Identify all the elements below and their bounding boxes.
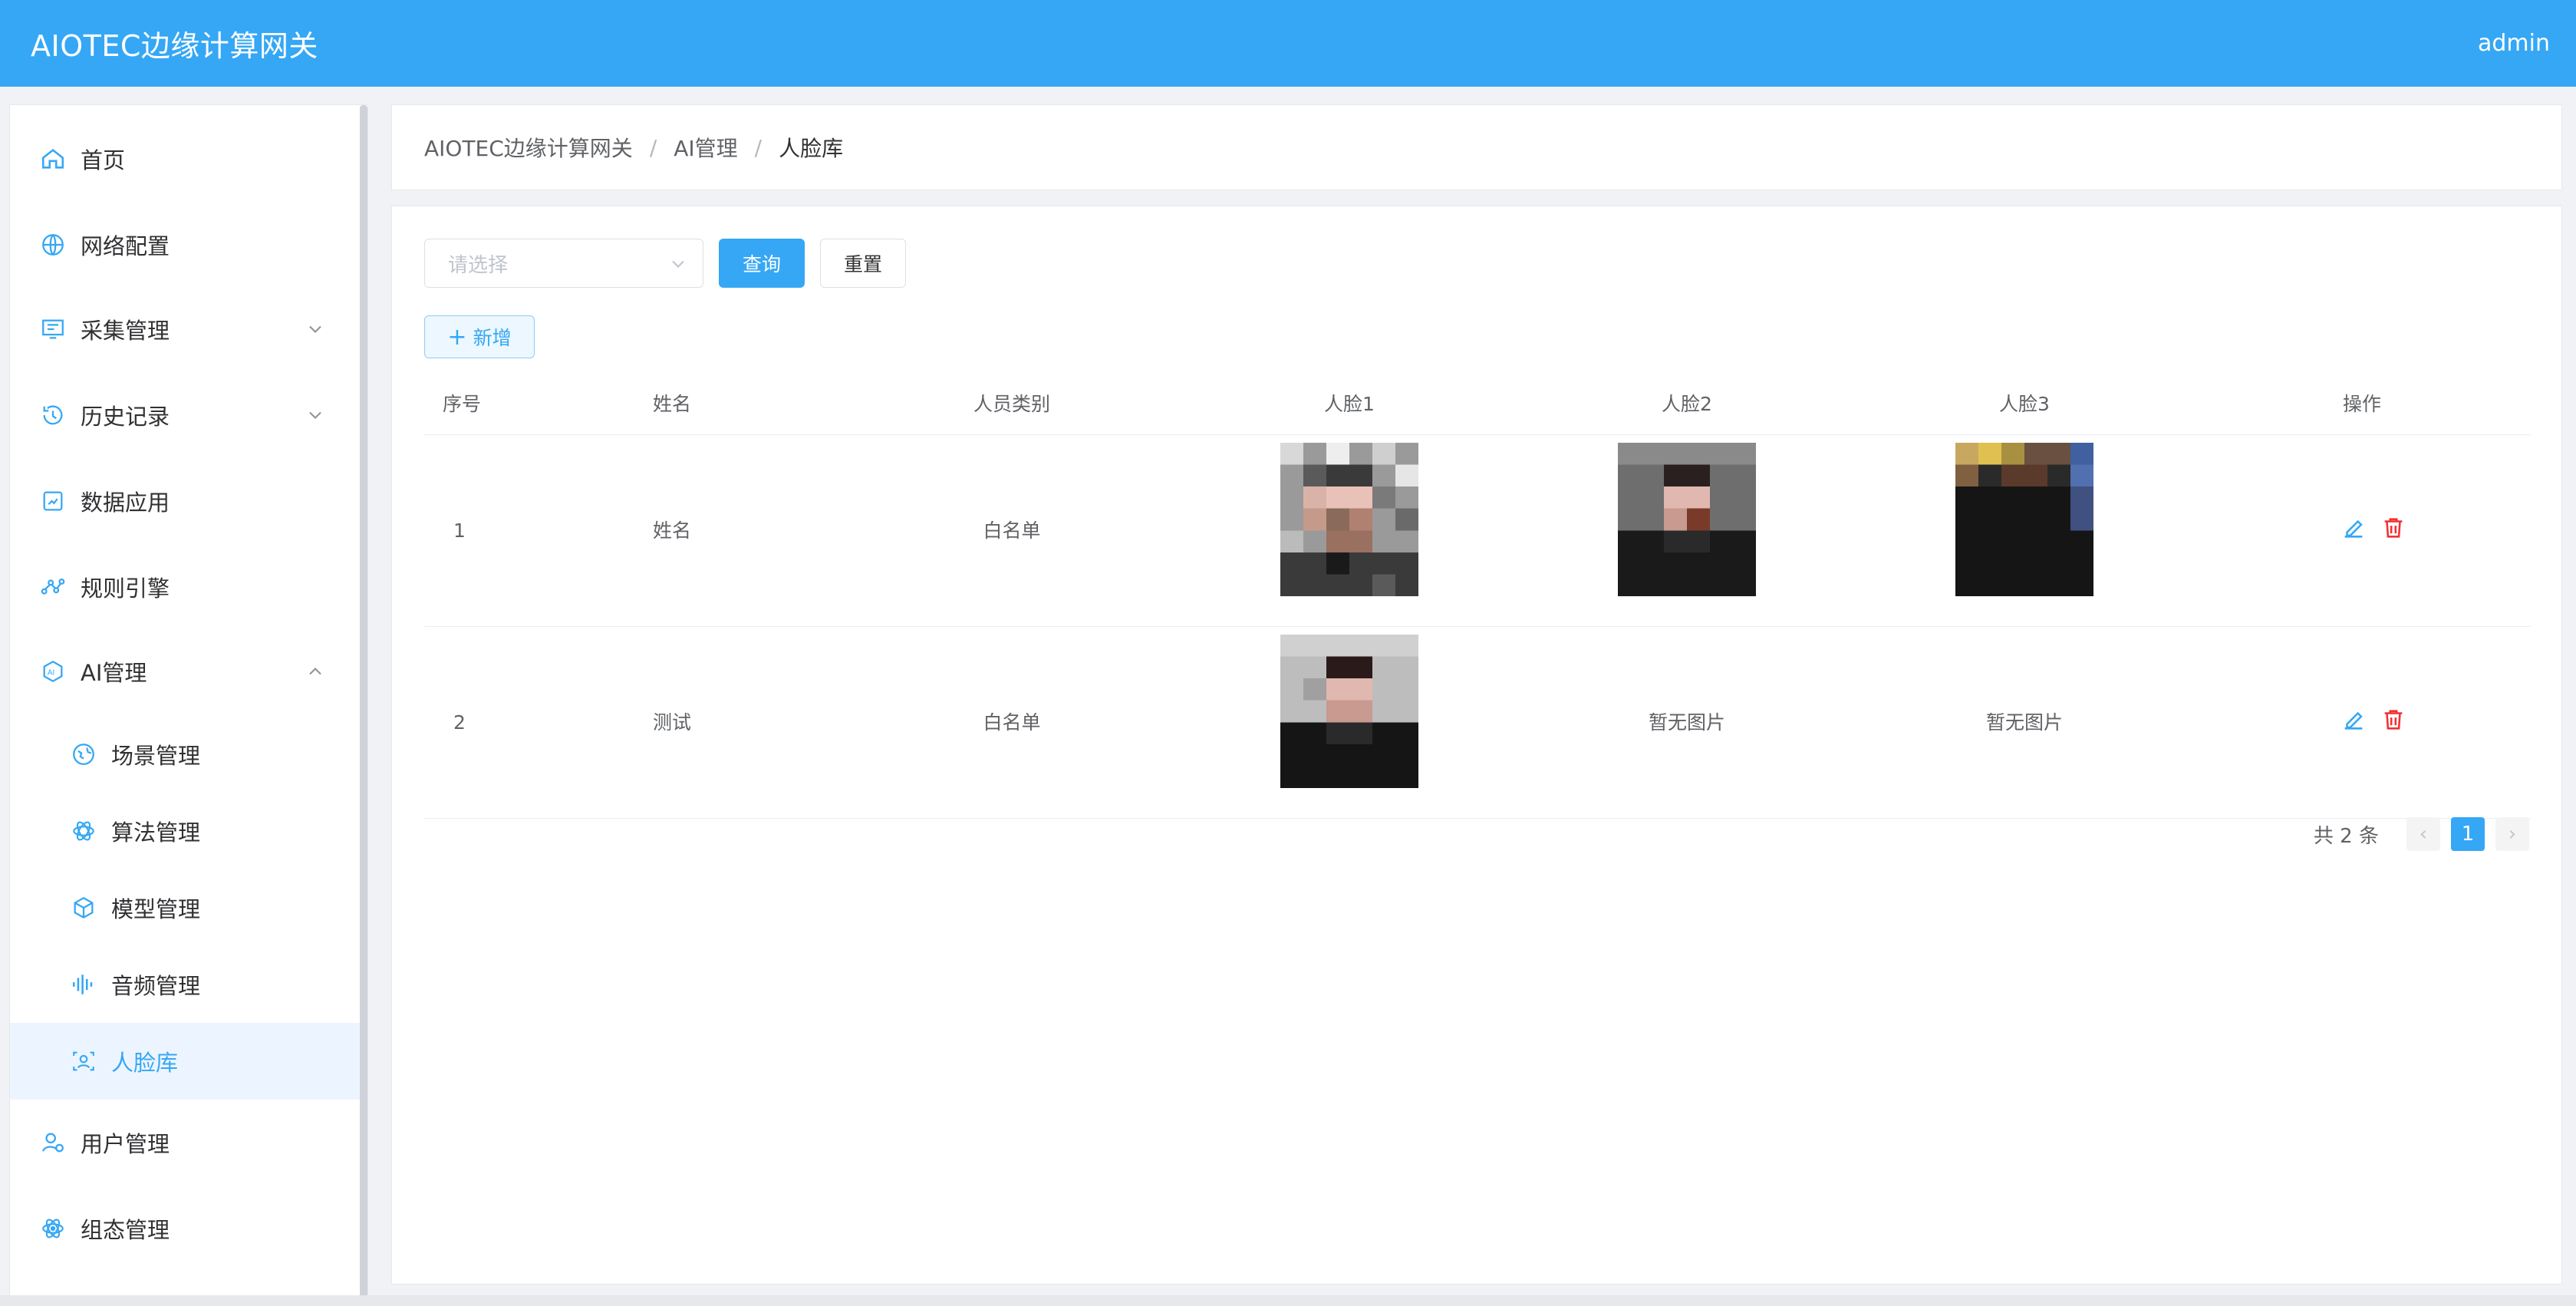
chevron-up-icon [309,668,321,675]
sidebar-item-home[interactable]: 首页 [10,120,360,197]
table-row: 1 姓名 白名单 [424,435,2531,627]
category-select[interactable]: 请选择 [424,239,703,288]
sidebar: 首页 网络配置 采集管理 历史记录 数据应用 规则引擎 AI AI管理 场景管理… [9,104,368,1306]
cell-category: 白名单 [983,519,1041,542]
sidebar-item-scene[interactable]: 场景管理 [10,716,360,793]
column-header-index: 序号 [443,393,482,415]
rule-icon [39,573,67,601]
sidebar-item-label: 用户管理 [81,1131,170,1157]
sidebar-item-collection[interactable]: 采集管理 [10,291,360,368]
delete-icon[interactable] [2380,707,2406,733]
column-header-face2: 人脸2 [1662,393,1712,415]
sidebar-item-model[interactable]: 模型管理 [10,869,360,946]
sidebar-item-users[interactable]: 用户管理 [10,1104,360,1181]
breadcrumb: AIOTEC边缘计算网关 / AI管理 / 人脸库 [391,104,2562,190]
algorithm-icon [70,817,97,845]
cell-index: 2 [453,711,466,734]
breadcrumb-separator: / [649,134,657,160]
sidebar-item-algorithm[interactable]: 算法管理 [10,793,360,869]
sidebar-item-label: 模型管理 [111,896,201,922]
add-button-label: 新增 [473,327,512,349]
globe-icon [39,231,67,259]
query-button[interactable]: 查询 [719,239,805,288]
breadcrumb-separator: / [754,134,763,160]
sidebar-item-face-library[interactable]: 人脸库 [10,1023,360,1100]
pagination-next-button[interactable]: › [2495,817,2529,851]
sidebar-item-label: 音频管理 [111,973,201,999]
chevron-down-icon [672,260,684,268]
home-icon [39,145,67,173]
audio-icon [70,971,97,998]
add-button[interactable]: + 新增 [424,315,535,358]
column-header-name: 姓名 [653,393,692,415]
svg-text:AI: AI [48,668,54,677]
model-icon [70,894,97,922]
cell-face2-empty: 暂无图片 [1648,711,1726,734]
cell-name: 测试 [653,711,692,734]
table-row: 2 测试 白名单 暂无图片 暂无图片 [424,627,2531,819]
reset-button[interactable]: 重置 [820,239,906,288]
user-icon [39,1129,67,1156]
scene-icon [70,740,97,768]
sidebar-item-label: 历史记录 [81,404,170,430]
select-placeholder: 请选择 [448,253,509,277]
monitor-icon [39,315,67,343]
sidebar-item-data-app[interactable]: 数据应用 [10,463,360,539]
bottom-edge [0,1295,2576,1306]
sidebar-item-label: AI管理 [81,660,147,686]
face-thumbnail[interactable] [1280,635,1418,788]
face-thumbnail[interactable] [1618,443,1756,596]
user-menu[interactable]: admin [2478,30,2550,57]
cell-name: 姓名 [653,519,692,542]
column-header-face1: 人脸1 [1324,393,1375,415]
table-header: 序号 姓名 人员类别 人脸1 人脸2 人脸3 操作 [424,374,2531,435]
chevron-down-icon [309,411,321,419]
cell-face3-empty: 暂无图片 [1985,711,2064,734]
plus-icon: + [447,323,467,351]
sidebar-item-label: 采集管理 [81,318,170,344]
pagination: 共 2 条 ‹ 1 › [2314,817,2529,851]
column-header-actions: 操作 [2342,393,2382,415]
sidebar-item-network[interactable]: 网络配置 [10,206,360,283]
sidebar-item-label: 场景管理 [111,743,201,769]
history-icon [39,401,67,429]
sidebar-item-label: 组态管理 [81,1217,170,1243]
pagination-prev-button[interactable]: ‹ [2406,817,2440,851]
sidebar-item-label: 算法管理 [111,820,201,846]
sidebar-item-label: 数据应用 [81,490,170,516]
sidebar-item-config[interactable]: 组态管理 [10,1190,360,1267]
data-icon [39,487,67,515]
top-header: AIOTEC边缘计算网关 admin [0,0,2576,87]
chevron-down-icon [309,325,321,333]
face-table: 序号 姓名 人员类别 人脸1 人脸2 人脸3 操作 1 姓名 白名单 2 测试 … [424,374,2531,819]
sidebar-item-label: 人脸库 [111,1050,179,1076]
face-thumbnail[interactable] [1955,443,2093,596]
face-library-panel: 请选择 查询 重置 + 新增 序号 姓名 人员类别 人脸1 人脸2 人脸3 操作… [391,206,2562,1285]
sidebar-scrollbar[interactable] [360,105,367,1305]
breadcrumb-item-ai[interactable]: AI管理 [674,132,737,163]
edit-icon[interactable] [2340,515,2367,541]
sidebar-item-label: 网络配置 [81,233,170,259]
ai-icon: AI [39,658,67,685]
sidebar-item-history[interactable]: 历史记录 [10,377,360,453]
sidebar-item-label: 首页 [81,147,126,173]
edit-icon[interactable] [2340,707,2367,733]
breadcrumb-item-home[interactable]: AIOTEC边缘计算网关 [424,132,633,163]
face-icon [70,1047,97,1075]
breadcrumb-item-current: 人脸库 [779,136,844,161]
column-header-category: 人员类别 [973,393,1051,415]
column-header-face3: 人脸3 [1999,393,2050,415]
delete-icon[interactable] [2380,515,2406,541]
config-icon [39,1215,67,1242]
sidebar-item-rule-engine[interactable]: 规则引擎 [10,549,360,625]
app-title: AIOTEC边缘计算网关 [31,29,318,63]
sidebar-item-label: 规则引擎 [81,575,170,602]
sidebar-item-audio[interactable]: 音频管理 [10,946,360,1023]
pagination-total: 共 2 条 [2313,824,2379,848]
face-thumbnail[interactable] [1280,443,1418,596]
sidebar-item-ai[interactable]: AI AI管理 [10,633,360,710]
cell-index: 1 [453,519,466,542]
cell-category: 白名单 [983,711,1041,734]
pagination-page[interactable]: 1 [2451,817,2485,851]
